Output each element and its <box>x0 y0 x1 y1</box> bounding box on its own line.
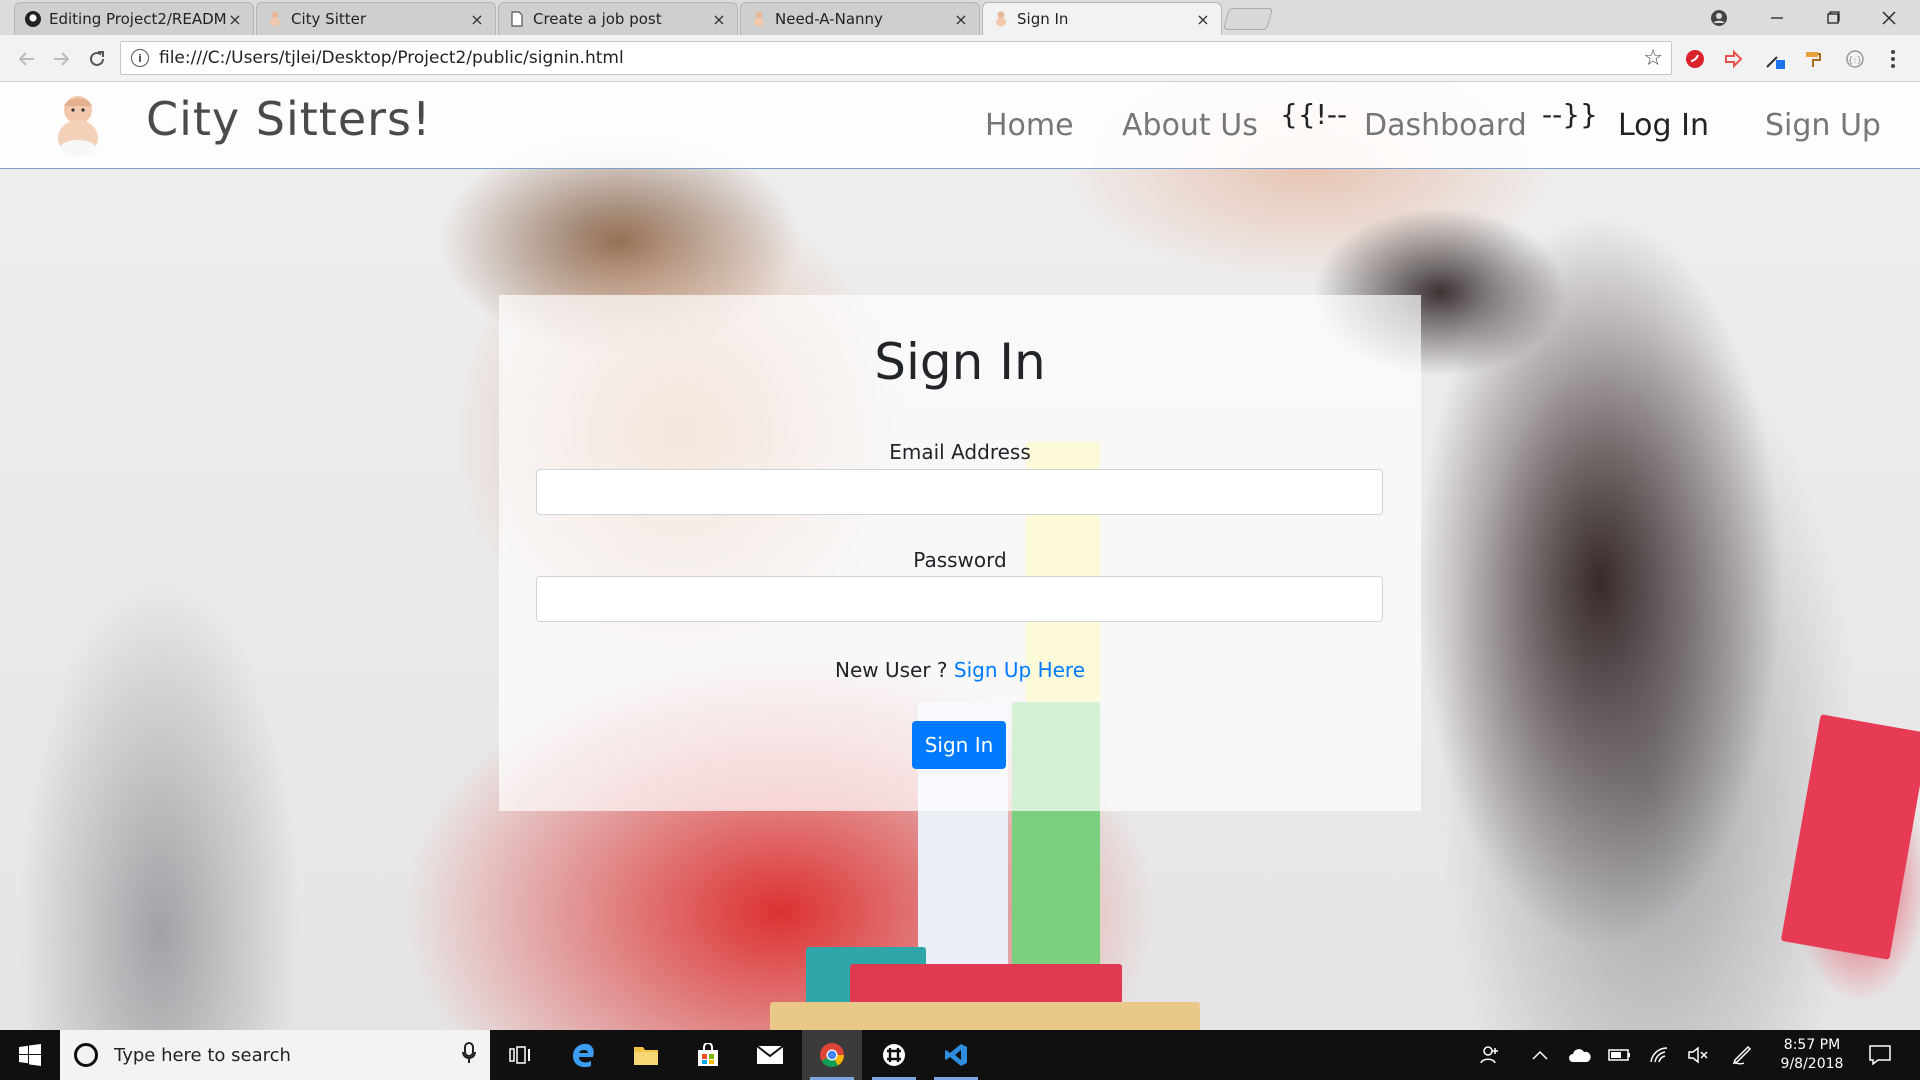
github-icon <box>25 11 41 27</box>
template-comment-close: --}} <box>1542 98 1598 131</box>
window-close-icon[interactable] <box>1864 0 1914 35</box>
close-icon[interactable]: × <box>1195 10 1211 29</box>
info-icon[interactable]: i <box>131 49 149 67</box>
taskbar-search-box[interactable]: Type here to search <box>60 1030 490 1080</box>
back-arrow-icon[interactable] <box>14 46 40 72</box>
notification-center-icon[interactable] <box>1862 1030 1898 1080</box>
clock-time: 8:57 PM <box>1783 1037 1841 1053</box>
url-text: file:///C:/Users/tjlei/Desktop/Project2/… <box>159 48 624 68</box>
red-toy-block <box>1780 714 1920 960</box>
email-field[interactable] <box>536 469 1383 515</box>
password-label: Password <box>913 548 1007 572</box>
signin-title: Sign In <box>874 333 1046 391</box>
tab-editing-readme[interactable]: Editing Project2/README × <box>14 2 254 35</box>
tab-need-a-nanny[interactable]: Need-A-Nanny × <box>740 2 980 35</box>
store-icon[interactable] <box>678 1030 738 1080</box>
close-icon[interactable]: × <box>953 10 969 29</box>
brand-title[interactable]: City Sitters! <box>146 92 431 146</box>
wifi-icon[interactable] <box>1642 1030 1678 1080</box>
nav-home-link[interactable]: Home <box>985 108 1074 143</box>
tab-city-sitter[interactable]: City Sitter × <box>256 2 496 35</box>
page-icon <box>509 11 525 27</box>
tab-title: Sign In <box>1017 10 1069 28</box>
tab-title: Editing Project2/README <box>49 10 227 28</box>
maximize-icon[interactable] <box>1808 0 1858 35</box>
new-user-prompt: New User ? Sign Up Here <box>499 658 1421 682</box>
chevron-up-icon[interactable] <box>1522 1030 1558 1080</box>
clock-date: 9/8/2018 <box>1780 1056 1844 1072</box>
extension-circle-icon[interactable]: {:} <box>1842 46 1868 72</box>
cortana-icon <box>74 1043 98 1067</box>
signin-submit-button[interactable]: Sign In <box>912 721 1006 769</box>
close-icon[interactable]: × <box>711 10 727 29</box>
nav-signup-link[interactable]: Sign Up <box>1765 108 1881 143</box>
extension-red-icon[interactable] <box>1682 46 1708 72</box>
battery-icon[interactable] <box>1602 1030 1638 1080</box>
baby-icon <box>993 11 1009 27</box>
pen-workspace-icon[interactable] <box>1724 1030 1760 1080</box>
volume-muted-icon[interactable] <box>1680 1030 1716 1080</box>
signup-here-link[interactable]: Sign Up Here <box>954 658 1085 682</box>
chrome-icon[interactable] <box>802 1030 862 1080</box>
tab-create-job-post[interactable]: Create a job post × <box>498 2 738 35</box>
svg-text:{:}: {:} <box>1848 56 1862 66</box>
microphone-icon[interactable] <box>462 1042 476 1069</box>
extension-paint-roller-icon[interactable] <box>1800 46 1826 72</box>
bookmark-star-icon[interactable]: ☆ <box>1643 46 1663 71</box>
new-user-text: New User ? <box>834 658 948 682</box>
system-clock[interactable]: 8:57 PM 9/8/2018 <box>1770 1036 1854 1074</box>
page-background: City Sitters! Home About Us {{!-- Dashbo… <box>0 82 1920 1030</box>
minimize-icon[interactable] <box>1752 0 1802 35</box>
new-tab-button[interactable] <box>1223 8 1273 30</box>
baby-icon <box>267 11 283 27</box>
windows-taskbar: Type here to search 8:57 PM 9/8/2018 <box>0 1030 1920 1080</box>
email-label: Email Address <box>889 440 1031 464</box>
forward-arrow-icon[interactable] <box>48 46 74 72</box>
nav-about-link[interactable]: About Us <box>1122 108 1258 143</box>
onedrive-cloud-icon[interactable] <box>1562 1030 1598 1080</box>
task-view-icon[interactable] <box>490 1030 550 1080</box>
tab-title: Create a job post <box>533 10 662 28</box>
url-field[interactable]: i file:///C:/Users/tjlei/Desktop/Project… <box>120 41 1672 75</box>
browser-tab-strip: Editing Project2/README × City Sitter × … <box>0 0 1920 35</box>
tab-title: Need-A-Nanny <box>775 10 883 28</box>
baby-icon <box>751 11 767 27</box>
mail-icon[interactable] <box>740 1030 800 1080</box>
site-navbar: City Sitters! Home About Us {{!-- Dashbo… <box>0 82 1920 169</box>
windows-start-icon[interactable] <box>0 1030 60 1080</box>
template-comment-open: {{!-- <box>1280 98 1348 131</box>
baby-logo-icon[interactable] <box>46 92 110 160</box>
extension-arrow-icon[interactable] <box>1720 46 1746 72</box>
slack-icon[interactable] <box>864 1030 924 1080</box>
profile-icon[interactable] <box>1694 0 1744 35</box>
reload-icon[interactable] <box>84 46 110 72</box>
extension-eyedropper-icon[interactable] <box>1762 46 1788 72</box>
tab-sign-in[interactable]: Sign In × <box>982 2 1222 35</box>
search-placeholder: Type here to search <box>114 1044 291 1066</box>
signin-card: Sign In Email Address Password New User … <box>499 295 1421 811</box>
password-field[interactable] <box>536 576 1383 622</box>
edge-browser-icon[interactable] <box>554 1030 614 1080</box>
people-icon[interactable] <box>1472 1030 1508 1080</box>
menu-kebab-icon[interactable] <box>1880 46 1906 72</box>
address-bar: i file:///C:/Users/tjlei/Desktop/Project… <box>0 35 1920 82</box>
close-icon[interactable]: × <box>227 10 243 29</box>
file-explorer-icon[interactable] <box>616 1030 676 1080</box>
tab-title: City Sitter <box>291 10 367 28</box>
close-icon[interactable]: × <box>469 10 485 29</box>
nav-dashboard-link[interactable]: Dashboard <box>1364 108 1527 143</box>
vscode-icon[interactable] <box>926 1030 986 1080</box>
nav-login-link[interactable]: Log In <box>1618 108 1709 143</box>
tan-block <box>770 1002 1200 1030</box>
